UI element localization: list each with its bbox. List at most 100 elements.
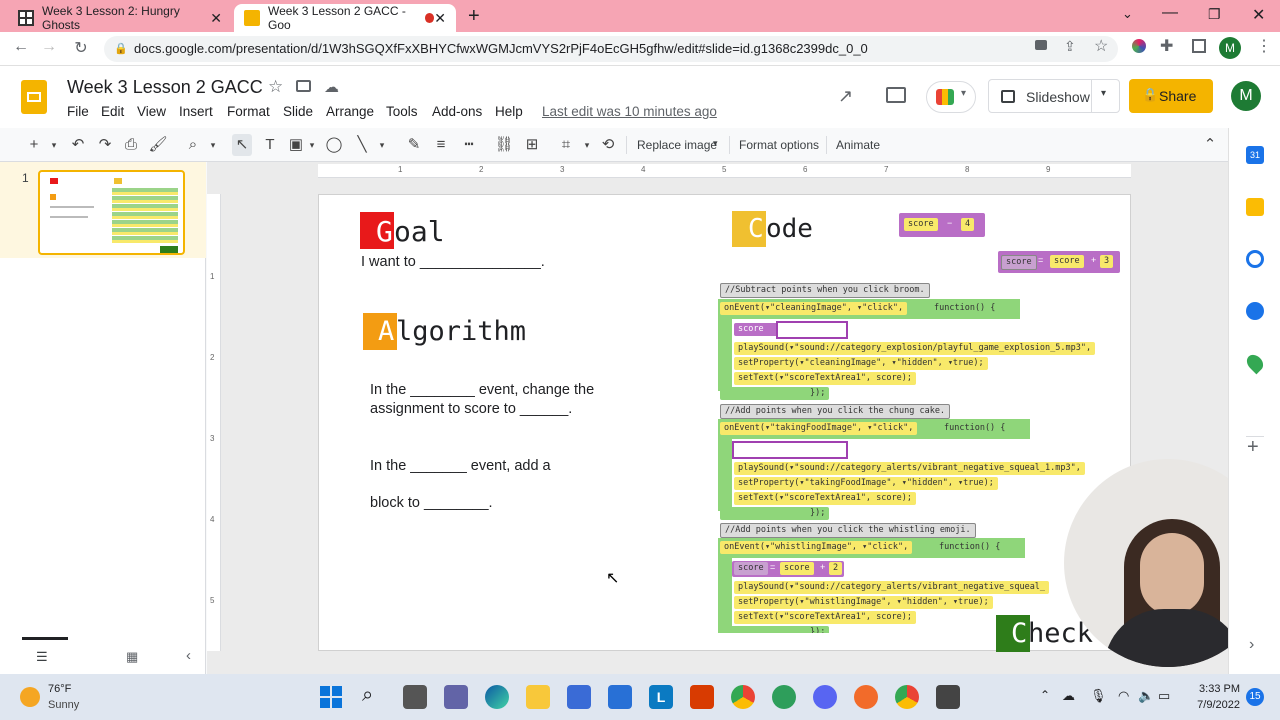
select-cursor-icon[interactable]: ↖ — [232, 134, 252, 156]
add-comment-icon[interactable]: ⊞ — [522, 136, 542, 154]
code-snippet-score-minus[interactable]: score − 4 — [899, 213, 985, 237]
collapse-toolbar-icon[interactable]: ⌃ — [1200, 136, 1220, 154]
onedrive-icon[interactable]: ☁ — [1062, 688, 1075, 704]
recorder-icon[interactable] — [854, 685, 878, 709]
mail-icon[interactable] — [608, 685, 632, 709]
close-tab-icon[interactable]: ✕ — [210, 10, 222, 27]
clock-date[interactable]: 7/9/2022 — [1190, 699, 1240, 711]
more-menu-icon[interactable]: ⋮ — [1256, 36, 1272, 56]
side-panel-icon[interactable] — [1192, 39, 1206, 53]
search-icon[interactable]: ⌕ — [362, 684, 373, 707]
file-explorer-icon[interactable] — [526, 685, 550, 709]
chevron-down-icon[interactable]: ▾ — [203, 136, 223, 154]
new-slide-icon[interactable]: + — [24, 136, 44, 154]
launcher-l-icon[interactable]: L — [649, 685, 673, 709]
edge-icon[interactable] — [485, 685, 509, 709]
teams-chat-icon[interactable] — [444, 685, 468, 709]
slides-logo-icon[interactable] — [21, 80, 47, 114]
menu-help[interactable]: Help — [495, 104, 523, 119]
slideshow-dropdown-icon[interactable]: ▾ — [1101, 88, 1106, 99]
menu-file[interactable]: File — [67, 104, 89, 119]
reload-icon[interactable]: ↻ — [70, 38, 92, 58]
browser-tab-gacc[interactable]: Week 3 Lesson 2 GACC - Goo ✕ — [234, 4, 456, 32]
menu-slide[interactable]: Slide — [283, 104, 313, 119]
volume-icon[interactable]: 🔈 — [1138, 688, 1154, 704]
algorithm-text-line[interactable]: In the ________ event, change the — [370, 382, 594, 398]
discord-icon[interactable] — [813, 685, 837, 709]
profile-avatar[interactable]: M — [1219, 37, 1241, 59]
tasks-icon[interactable] — [1246, 250, 1264, 268]
algorithm-text-line[interactable]: assignment to score to ______. — [370, 401, 572, 417]
menu-edit[interactable]: Edit — [101, 104, 124, 119]
extensions-puzzle-icon[interactable]: ✚ — [1160, 36, 1173, 56]
clock-time[interactable]: 3:33 PM — [1190, 683, 1240, 695]
code-snippet-score-plus[interactable]: score = score + 3 — [998, 251, 1120, 273]
link-icon[interactable]: ⛓ — [494, 136, 514, 154]
weather-temp[interactable]: 76°F — [48, 683, 71, 695]
menu-insert[interactable]: Insert — [179, 104, 213, 119]
star-icon[interactable]: ☆ — [268, 77, 283, 97]
user-avatar[interactable]: M — [1231, 81, 1261, 111]
browser-tab-hungry-ghosts[interactable]: Week 3 Lesson 2: Hungry Ghosts ✕ — [8, 4, 232, 32]
new-tab-icon[interactable]: + — [468, 5, 480, 28]
share-button[interactable]: 🔒 Share — [1129, 79, 1213, 113]
replace-image-button[interactable]: Replace image — [637, 138, 717, 152]
menu-tools[interactable]: Tools — [386, 104, 418, 119]
minimize-icon[interactable]: — — [1162, 4, 1178, 22]
slide-thumbnail[interactable] — [38, 170, 185, 255]
line-icon[interactable]: ╲ — [352, 136, 372, 154]
border-color-icon[interactable]: ✎ — [404, 136, 424, 154]
keep-icon[interactable] — [1246, 198, 1264, 216]
maps-icon[interactable] — [1243, 351, 1267, 375]
slide-canvas[interactable]: G oal I want to _______________. C ode A… — [318, 194, 1131, 652]
comments-icon[interactable] — [886, 87, 906, 103]
chevron-down-icon[interactable]: ▾ — [372, 136, 392, 154]
menu-view[interactable]: View — [137, 104, 166, 119]
algorithm-text-line[interactable]: block to ________. — [370, 495, 493, 511]
undo-icon[interactable]: ↶ — [68, 136, 88, 154]
task-view-icon[interactable] — [403, 685, 427, 709]
print-icon[interactable]: ⎙ — [121, 136, 141, 154]
format-options-button[interactable]: Format options — [739, 138, 819, 152]
microphone-icon[interactable]: 🎙 — [1090, 688, 1107, 704]
zoom-icon[interactable]: ⌕ — [183, 136, 203, 154]
contacts-icon[interactable] — [1246, 302, 1264, 320]
tray-chevron-icon[interactable]: ⌃ — [1040, 688, 1050, 702]
close-window-icon[interactable]: ✕ — [1252, 5, 1265, 25]
chevron-down-icon[interactable]: ▾ — [713, 138, 718, 149]
grid-view-icon[interactable]: ▦ — [126, 649, 138, 665]
border-weight-icon[interactable]: ≡ — [431, 136, 451, 154]
paint-format-icon[interactable]: 🖌 — [148, 136, 168, 154]
algorithm-text-line[interactable]: In the _______ event, add a — [370, 458, 551, 474]
bookmark-star-icon[interactable]: ☆ — [1094, 36, 1108, 56]
address-bar[interactable]: 🔒 docs.google.com/presentation/d/1W3hSGQ… — [104, 36, 1118, 62]
redo-icon[interactable]: ↷ — [95, 136, 115, 154]
animate-button[interactable]: Animate — [836, 138, 880, 152]
expand-panel-icon[interactable]: › — [1249, 636, 1254, 654]
move-folder-icon[interactable] — [296, 80, 311, 92]
back-icon[interactable]: ← — [10, 38, 32, 56]
forward-icon[interactable]: → — [38, 38, 60, 56]
add-addon-icon[interactable]: + — [1247, 436, 1259, 459]
tab-search-icon[interactable]: ⌄ — [1122, 6, 1133, 22]
start-windows-icon[interactable] — [320, 686, 342, 708]
chevron-down-icon[interactable]: ▾ — [577, 136, 597, 154]
chevron-down-icon[interactable]: ▾ — [302, 136, 322, 154]
chrome-active-icon[interactable] — [895, 685, 919, 709]
weather-sun-icon[interactable] — [20, 687, 40, 707]
cloud-status-icon[interactable]: ☁ — [324, 78, 339, 96]
battery-icon[interactable]: ▭ — [1158, 688, 1170, 704]
reset-image-icon[interactable]: ⟲ — [598, 136, 618, 154]
border-dash-icon[interactable]: ┅ — [459, 136, 479, 154]
close-tab-icon[interactable]: ✕ — [434, 10, 446, 27]
menu-format[interactable]: Format — [227, 104, 270, 119]
chrome-icon[interactable] — [731, 685, 755, 709]
last-edit-link[interactable]: Last edit was 10 minutes ago — [542, 104, 717, 119]
wifi-icon[interactable]: ◠ — [1118, 688, 1129, 704]
crop-icon[interactable]: ⌗ — [556, 136, 576, 154]
activity-trend-icon[interactable]: ↗ — [838, 86, 853, 107]
list-view-icon[interactable]: ☰ — [36, 649, 48, 665]
chevron-down-icon[interactable]: ▾ — [44, 136, 64, 154]
goal-text[interactable]: I want to _______________. — [361, 254, 545, 270]
shape-icon[interactable]: ◯ — [324, 136, 344, 154]
